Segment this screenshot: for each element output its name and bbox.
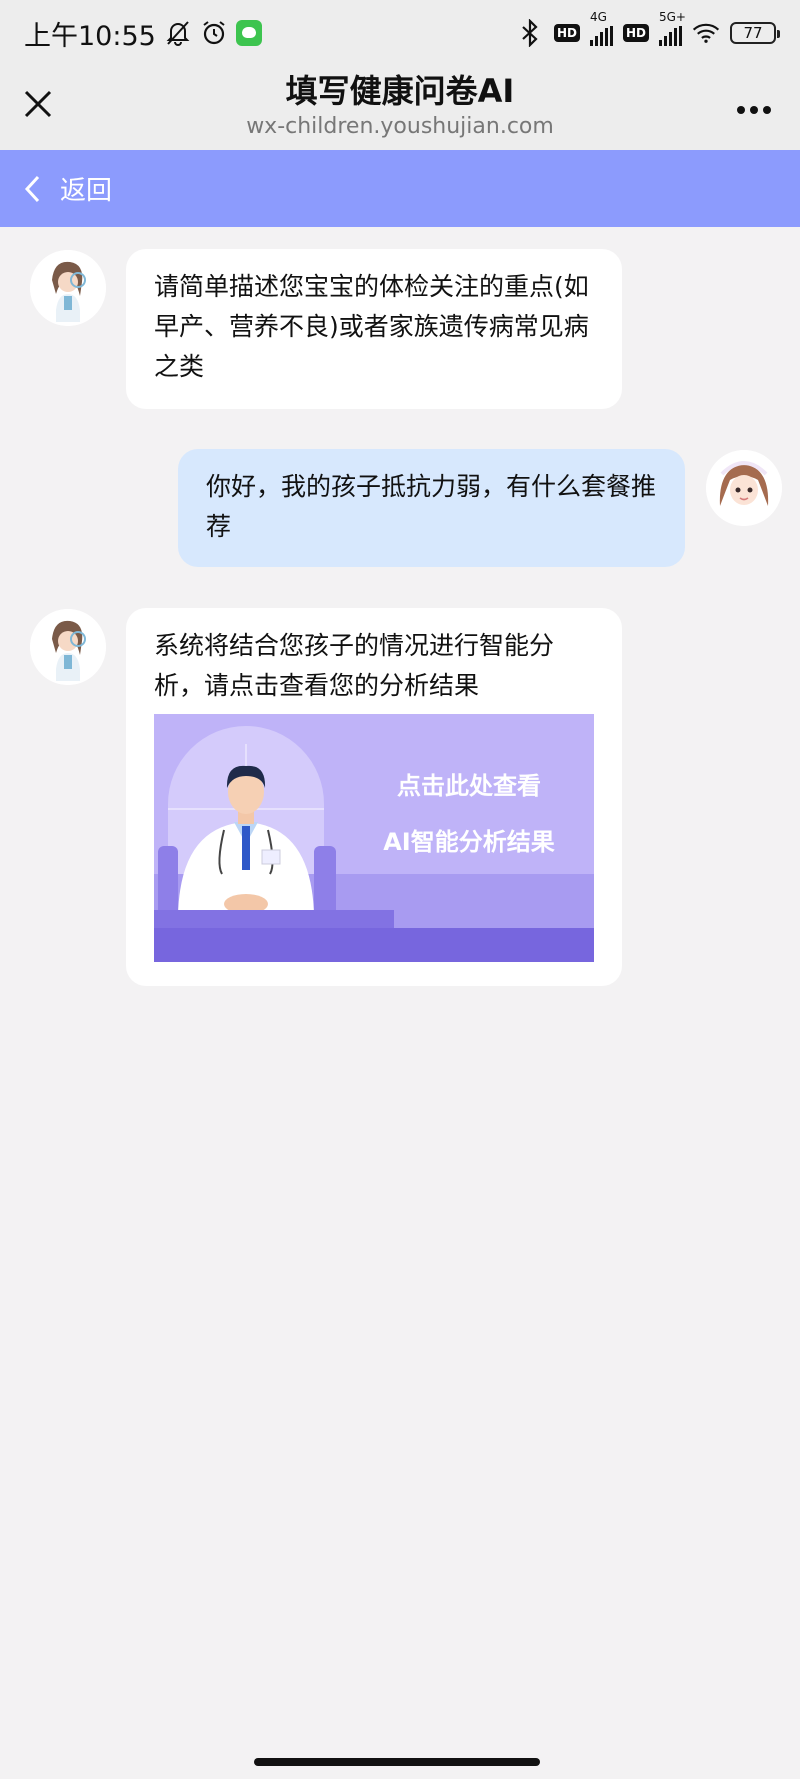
bot-message-text: 请简单描述您宝宝的体检关注的重点(如早产、营养不良)或者家族遗传病常见病之类 — [154, 272, 589, 381]
page-title: 填写健康问卷AI — [285, 72, 515, 110]
battery-indicator: 77 — [730, 22, 780, 44]
more-dots-icon — [737, 106, 771, 114]
user-avatar — [706, 450, 782, 526]
mute-bell-icon — [164, 19, 192, 47]
back-button-label[interactable]: 返回 — [60, 170, 112, 207]
ai-analysis-result-card[interactable]: 点击此处查看 AI智能分析结果 — [154, 714, 594, 962]
clock: 上午10:55 — [24, 20, 156, 52]
bot-message-bubble: 系统将结合您孩子的情况进行智能分析，请点击查看您的分析结果 点击此处查看 AI智… — [126, 608, 622, 986]
hd-badge: HD — [553, 24, 580, 42]
wechat-notification-icon — [235, 20, 262, 46]
home-indicator[interactable] — [254, 1758, 540, 1766]
wifi-icon — [692, 19, 720, 47]
bot-message-bubble: 请简单描述您宝宝的体检关注的重点(如早产、营养不良)或者家族遗传病常见病之类 — [126, 249, 622, 409]
signal-5g-icon: 5G+ — [659, 10, 686, 46]
signal-4g-icon: 4G — [589, 10, 613, 46]
bluetooth-icon — [516, 19, 544, 47]
card-line-2: AI智能分析结果 — [383, 828, 555, 856]
card-line-1: 点击此处查看 — [397, 772, 541, 800]
bot-message-text: 系统将结合您孩子的情况进行智能分析，请点击查看您的分析结果 — [154, 631, 555, 700]
more-options-button[interactable] — [736, 100, 772, 114]
page-url: wx-children.youshujian.com — [246, 114, 554, 139]
title-bar: 填写健康问卷AI wx-children.youshujian.com — [0, 66, 800, 150]
back-header[interactable]: 返回 — [0, 150, 800, 227]
alarm-icon — [200, 19, 228, 47]
user-message-text: 你好，我的孩子抵抗力弱，有什么套餐推荐 — [206, 472, 657, 541]
hd-badge: HD — [622, 24, 649, 42]
doctor-avatar — [30, 250, 106, 326]
status-bar: 上午10:55 HD 4G HD 5G+ 77 — [0, 0, 800, 66]
user-message-bubble: 你好，我的孩子抵抗力弱，有什么套餐推荐 — [178, 449, 685, 567]
chevron-left-icon — [24, 175, 40, 202]
doctor-avatar — [30, 609, 106, 685]
